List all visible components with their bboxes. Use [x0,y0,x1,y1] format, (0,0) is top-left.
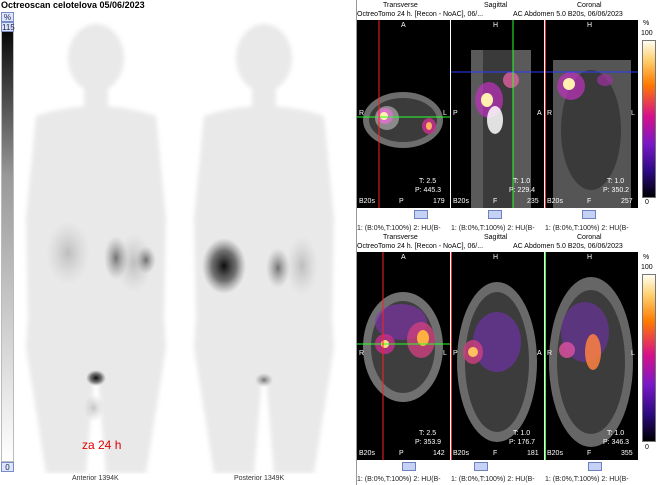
top-transverse-bottom-label: P [399,198,404,205]
bottom-sagittal-t: T: 1.0 [513,430,531,437]
bottom-sagittal-orient-left: P [453,350,458,357]
bottom-sagittal-window-label: 1: (B:0%,T:100%) 2: HU(B- [451,476,535,483]
bottom-transverse-t: T: 2.5 [419,430,437,437]
bottom-coronal-image [545,252,633,460]
bottom-header-left: OctreoTomo 24 h. [Recon - NoAC], 06/... [357,243,484,250]
top-sagittal-view[interactable]: H P A T: 1.0 P: 229.4 235 B20s F [451,20,544,208]
bottom-header-right: AC Abdomen 5.0 B20s, 06/06/2023 [513,243,623,250]
scale-min-label[interactable]: 0 [1,462,14,472]
top-sagittal-window-label: 1: (B:0%,T:100%) 2: HU(B- [451,225,535,232]
bottom-transverse-bottom-label: P [399,450,404,457]
bottom-transverse-series: B20s [359,450,375,457]
bottom-sagittal-slider[interactable] [474,462,488,471]
bottom-sagittal-orient-top: H [493,254,499,261]
top-sagittal-p: P: 229.4 [509,187,536,194]
top-sagittal-series: B20s [453,198,469,205]
wholebody-scan-graphic [26,24,334,473]
top-sagittal-orient-left: P [453,110,458,117]
bottom-sagittal-series: B20s [453,450,469,457]
top-transverse-slider[interactable] [414,210,428,219]
top-coronal-window-label: 1: (B:0%,T:100%) 2: HU(B- [545,225,629,232]
bottom-transverse-slice: 142 [433,450,445,457]
top-transverse-t: T: 2.5 [419,178,437,185]
top-coronal-slice: 257 [621,198,633,205]
bottom-coronal-orient-left: R [547,350,553,357]
top-label-sagittal: Sagittal [484,2,508,9]
bottom-transverse-orient-top: A [401,254,406,261]
top-colorbar-unit: % [643,20,650,27]
bottom-colorbar-max: 100 [641,264,653,271]
top-colorbar [642,40,656,198]
top-sagittal-bottom-label: F [493,198,498,205]
bottom-coronal-window-label: 1: (B:0%,T:100%) 2: HU(B- [545,476,629,483]
bottom-colorbar-unit: % [643,254,650,261]
bottom-transverse-p: P: 353.9 [415,439,442,446]
bottom-sagittal-image [451,252,537,460]
bottom-coronal-slice: 355 [621,450,633,457]
top-coronal-series: B20s [547,198,563,205]
top-colorbar-max: 100 [641,30,653,37]
top-sagittal-t: T: 1.0 [513,178,531,185]
top-sagittal-orient-top: H [493,22,499,29]
wholebody-image [16,18,356,474]
bottom-transverse-orient-right: L [443,350,447,357]
top-label-transverse: Transverse [383,2,418,9]
bottom-sagittal-bottom-label: F [493,450,498,457]
top-transverse-p: P: 445.3 [415,187,442,194]
bottom-transverse-window-label: 1: (B:0%,T:100%) 2: HU(B- [357,476,441,483]
planar-grayscale-bar [1,22,14,462]
top-coronal-orient-right: L [631,110,635,117]
top-sagittal-slice: 235 [527,198,539,205]
bottom-coronal-bottom-label: F [587,450,592,457]
bottom-sagittal-orient-right: A [537,350,542,357]
top-transverse-series: B20s [359,198,375,205]
top-header-left: OctreoTomo 24 h. [Recon - NoAC], 06/... [357,11,484,18]
top-coronal-orient-left: R [547,110,553,117]
top-sagittal-orient-right: A [537,110,542,117]
top-transverse-orient-right: L [443,110,447,117]
bottom-coronal-orient-top: H [587,254,593,261]
anterior-caption: Anterior 1394K [72,475,119,482]
top-transverse-slice: 179 [433,198,445,205]
bottom-coronal-series: B20s [547,450,563,457]
top-coronal-view[interactable]: H R L T: 1.0 P: 350.2 257 B20s F [545,20,638,208]
bottom-sagittal-p: P: 176.7 [509,439,536,446]
top-coronal-t: T: 1.0 [607,178,625,185]
posterior-caption: Posterior 1349K [234,475,285,482]
bottom-coronal-t: T: 1.0 [607,430,625,437]
top-label-coronal: Coronal [577,2,602,9]
bottom-transverse-orient-left: R [359,350,365,357]
bottom-transverse-view[interactable]: A R L T: 2.5 P: 353.9 142 B20s P [357,252,450,460]
bottom-sagittal-view[interactable]: H P A T: 1.0 P: 176.7 181 B20s F [451,252,544,460]
top-sagittal-slider[interactable] [488,210,502,219]
top-transverse-view[interactable]: A R L T: 2.5 P: 445.3 179 B20s P [357,20,450,208]
scale-unit-label: % [1,12,14,22]
top-transverse-orient-left: R [359,110,365,117]
top-transverse-window-label: 1: (B:0%,T:100%) 2: HU(B- [357,225,441,232]
bottom-transverse-image [357,252,450,460]
top-transverse-orient-top: A [401,22,406,29]
bottom-label-sagittal: Sagittal [484,234,508,241]
top-colorbar-min: 0 [645,199,649,206]
bottom-coronal-slider[interactable] [588,462,602,471]
time-label: za 24 h [82,438,122,452]
bottom-coronal-view[interactable]: H R L T: 1.0 P: 346.3 355 B20s F [545,252,638,460]
top-coronal-slider[interactable] [582,210,596,219]
bottom-colorbar-min: 0 [645,444,649,451]
top-coronal-bottom-label: F [587,198,592,205]
window-title: Octreoscan celotelova 05/06/2023 [1,0,145,10]
bottom-coronal-orient-right: L [631,350,635,357]
top-coronal-p: P: 350.2 [603,187,630,194]
top-header-right: AC Abdomen 5.0 B20s, 06/06/2023 [513,11,623,18]
bottom-colorbar [642,274,656,442]
bottom-transverse-slider[interactable] [402,462,416,471]
bottom-coronal-p: P: 346.3 [603,439,630,446]
scale-max-label[interactable]: 115 [1,22,15,32]
bottom-label-transverse: Transverse [383,234,418,241]
bottom-sagittal-slice: 181 [527,450,539,457]
top-coronal-orient-top: H [587,22,593,29]
bottom-label-coronal: Coronal [577,234,602,241]
